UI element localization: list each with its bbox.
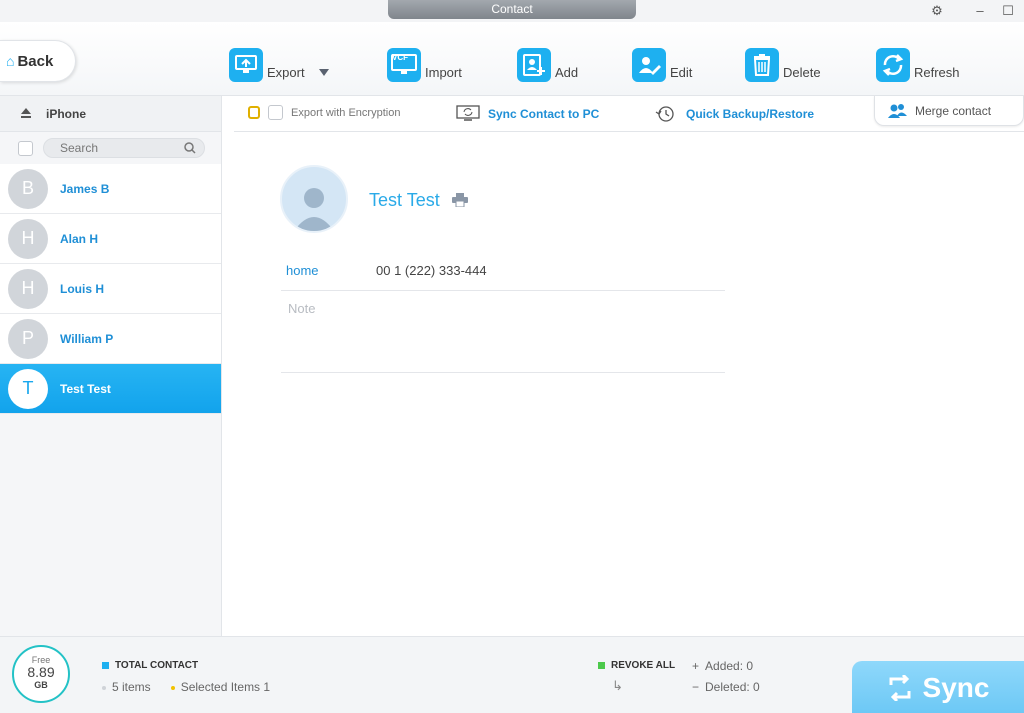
search-row: Search	[0, 132, 221, 164]
contact-list-item[interactable]: H Louis H	[0, 264, 221, 314]
export-dropdown-arrow-icon[interactable]	[318, 69, 329, 76]
storage-unit: GB	[34, 680, 48, 690]
search-placeholder: Search	[60, 141, 99, 155]
total-contact-header: TOTAL CONTACT	[102, 660, 198, 671]
print-icon[interactable]	[452, 193, 468, 207]
contact-detail-panel: Test Test home 00 1 (222) 333-444 Note	[222, 132, 1024, 636]
edit-button[interactable]: Edit	[632, 46, 692, 82]
contact-full-name: Test Test	[369, 190, 440, 210]
minimize-button[interactable]: –	[970, 2, 990, 20]
title-bar: Contact ⚙ – ☐	[0, 0, 1024, 22]
device-name: iPhone	[46, 106, 87, 121]
contact-avatar: H	[8, 218, 48, 259]
sync-to-pc-label: Sync Contact to PC	[488, 107, 600, 121]
phone-field-value: 00 1 (222) 333-444	[376, 263, 487, 278]
export-button[interactable]: Export	[229, 46, 329, 82]
merge-label: Merge contact	[915, 103, 992, 118]
search-icon	[184, 142, 196, 154]
device-header[interactable]: iPhone	[0, 96, 221, 132]
import-vcf-icon: VCF	[387, 48, 421, 82]
eject-icon[interactable]	[20, 107, 32, 120]
total-contact-label: TOTAL CONTACT	[115, 660, 199, 671]
merge-contact-button[interactable]: Merge contact	[874, 96, 1024, 126]
status-footer: Free 8.89 GB TOTAL CONTACT 5 items Selec…	[0, 636, 1024, 713]
contact-name: Test Test	[60, 381, 111, 396]
phone-field-row[interactable]: home 00 1 (222) 333-444	[281, 251, 725, 291]
deleted-count: − Deleted: 0	[692, 680, 760, 694]
edit-label: Edit	[670, 65, 693, 80]
add-label: Add	[555, 65, 579, 80]
refresh-icon	[876, 48, 910, 82]
storage-indicator: Free 8.89 GB	[12, 645, 70, 703]
lock-icon	[248, 106, 260, 119]
sync-to-pc-button[interactable]: Sync Contact to PC	[456, 105, 599, 123]
back-button[interactable]: ⌂ Back	[0, 40, 76, 82]
home-icon: ⌂	[6, 53, 15, 69]
vcf-badge: VCF	[392, 53, 408, 62]
refresh-label: Refresh	[914, 65, 960, 80]
back-label: Back	[17, 52, 54, 70]
add-contact-icon	[517, 48, 551, 82]
refresh-button[interactable]: Refresh	[876, 46, 960, 82]
contact-name: William P	[60, 331, 114, 346]
search-input[interactable]: Search	[43, 138, 205, 158]
note-field[interactable]: Note	[281, 292, 725, 373]
sub-toolbar: Export with Encryption Sync Contact to P…	[222, 96, 1024, 132]
select-all-checkbox[interactable]	[18, 140, 33, 156]
contact-counts: 5 items Selected Items 1	[102, 680, 270, 694]
import-button[interactable]: VCF Import	[387, 46, 462, 82]
revoke-arrow-icon: ↳	[612, 678, 623, 693]
maximize-button[interactable]: ☐	[998, 2, 1018, 20]
storage-value: 8.89	[27, 664, 55, 680]
phone-field-label: home	[286, 263, 319, 278]
backup-clock-icon	[655, 106, 674, 122]
contact-photo[interactable]	[280, 165, 348, 233]
merge-contacts-icon	[888, 103, 907, 118]
quick-backup-restore-button[interactable]: Quick Backup/Restore	[654, 105, 814, 123]
encryption-checkbox[interactable]	[268, 105, 283, 120]
sync-button[interactable]: Sync	[852, 661, 1024, 713]
contact-avatar: H	[8, 268, 48, 309]
sync-icon	[889, 674, 911, 701]
delete-button[interactable]: Delete	[745, 46, 821, 82]
contact-avatar: T	[8, 368, 48, 409]
contact-avatar: B	[8, 168, 48, 209]
encryption-label: Export with Encryption	[291, 106, 401, 119]
revoke-marker	[598, 662, 605, 669]
revoke-all-button[interactable]: REVOKE ALL	[598, 660, 675, 671]
items-count: 5 items	[102, 680, 151, 694]
add-button[interactable]: Add	[517, 46, 578, 82]
main-toolbar: ⌂ Back Export VCF Import Add Edit Delete	[0, 22, 1024, 96]
sync-label: Sync	[922, 671, 990, 703]
import-label: Import	[425, 65, 462, 80]
contact-name: Alan H	[60, 231, 99, 246]
contact-list-item-selected[interactable]: T Test Test	[0, 364, 221, 414]
person-silhouette-icon	[294, 188, 334, 231]
contact-list-item[interactable]: P William P	[0, 314, 221, 364]
plus-icon: +	[692, 659, 700, 673]
added-count: + Added: 0	[692, 659, 754, 673]
sync-to-pc-monitor-icon	[456, 105, 480, 121]
minus-icon: −	[692, 680, 700, 694]
contact-name: James B	[60, 181, 110, 196]
contacts-sidebar: iPhone Search B James B H Alan H H Louis…	[0, 96, 222, 636]
export-monitor-icon	[229, 48, 263, 82]
trash-icon	[745, 48, 779, 82]
backup-restore-label: Quick Backup/Restore	[686, 107, 815, 121]
selected-items: Selected Items 1	[170, 680, 270, 694]
contact-list-item[interactable]: H Alan H	[0, 214, 221, 264]
contact-avatar: P	[8, 318, 48, 359]
export-encryption-option[interactable]: Export with Encryption	[248, 105, 400, 120]
delete-label: Delete	[783, 65, 821, 80]
window-title: Contact	[388, 0, 636, 19]
contact-list-item[interactable]: B James B	[0, 164, 221, 214]
contact-name: Louis H	[60, 281, 104, 296]
revoke-all-label: REVOKE ALL	[611, 660, 676, 671]
edit-contact-icon	[632, 48, 666, 82]
export-label: Export	[267, 65, 305, 80]
settings-gear-icon[interactable]: ⚙	[927, 2, 947, 20]
note-placeholder: Note	[288, 301, 316, 316]
total-marker	[102, 662, 109, 669]
